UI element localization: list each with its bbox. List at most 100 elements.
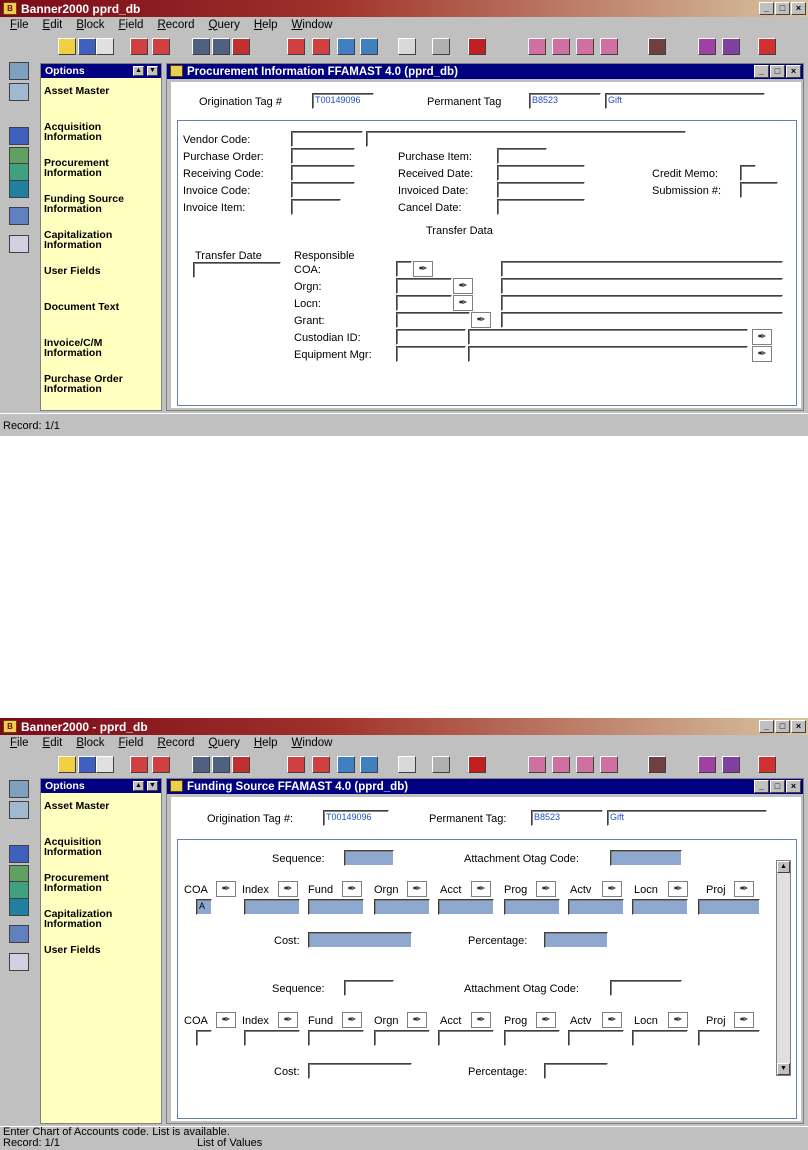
record-scrollbar[interactable]: ▲ ▼ [776,860,791,1076]
permanent-tag-field[interactable]: B8523 [529,93,601,109]
calculator-icon[interactable] [9,62,29,80]
attachment-otag-field-1[interactable] [610,850,682,866]
option-document-text[interactable]: Document Text [44,302,160,313]
option-capitalization[interactable]: Capitalization Information [44,230,160,251]
acct-field-2[interactable] [438,1030,494,1046]
orgn-description-field[interactable] [501,278,783,294]
close-button[interactable]: × [791,2,806,15]
enter-query-icon[interactable] [192,756,210,773]
proj-field-1[interactable] [698,899,760,915]
save-icon[interactable] [58,38,76,55]
menu-file[interactable]: File [10,19,29,31]
scroll-up-arrow-icon[interactable]: ▲ [777,861,790,873]
vendor-name-field[interactable] [366,131,686,147]
option-purchase-order[interactable]: Purchase Order Information [44,374,160,395]
menu-help[interactable]: Help [254,737,278,749]
locn-field[interactable] [396,295,452,311]
equipment-mgr-lov-icon[interactable] [752,346,772,362]
chart-icon[interactable] [468,38,486,55]
save-icon[interactable] [58,756,76,773]
globe-icon[interactable] [722,38,740,55]
form-close-button[interactable]: × [786,780,801,793]
acct-lov-icon-1[interactable] [471,881,491,897]
insert-record-icon[interactable] [287,756,305,773]
locn-lov-icon-1[interactable] [668,881,688,897]
previous-block-icon[interactable] [130,38,148,55]
menu-field[interactable]: Field [119,737,144,749]
coa-field-2[interactable] [196,1030,212,1046]
menu-field[interactable]: Field [119,19,144,31]
prog-field-1[interactable] [504,899,560,915]
cancel-query-icon[interactable] [232,38,250,55]
duplicate-icon[interactable] [337,38,355,55]
menu-edit[interactable]: Edit [43,737,63,749]
rollback-icon[interactable] [78,756,96,773]
acct-lov-icon-2[interactable] [471,1012,491,1028]
percentage-field-1[interactable] [544,932,608,948]
option-invoice[interactable]: Invoice/C/M Information [44,338,160,359]
insert-record-icon[interactable] [287,38,305,55]
orgn-field-1[interactable] [374,899,430,915]
prog-lov-icon-2[interactable] [536,1012,556,1028]
option-acquisition[interactable]: Acquisition Information [44,837,160,858]
print-icon[interactable] [432,756,450,773]
calendar-icon[interactable] [9,207,29,225]
menu-record[interactable]: Record [157,19,194,31]
menu-window[interactable]: Window [292,737,333,749]
fund-field-2[interactable] [308,1030,364,1046]
credit-memo-field[interactable] [740,165,756,181]
index-lov-icon-2[interactable] [278,1012,298,1028]
proj-lov-icon-1[interactable] [734,881,754,897]
sequence-field-1[interactable] [344,850,394,866]
origination-tag-field[interactable]: T00149096 [323,810,389,826]
form-close-button[interactable]: × [786,65,801,78]
exit-icon[interactable] [96,38,114,55]
word-icon[interactable] [9,127,29,145]
index-field-2[interactable] [244,1030,300,1046]
camera-icon[interactable] [648,38,666,55]
option-asset-master[interactable]: Asset Master [44,801,160,812]
menu-help[interactable]: Help [254,19,278,31]
fund-field-1[interactable] [308,899,364,915]
rollback-icon[interactable] [78,38,96,55]
permanent-tag-field[interactable]: B8523 [531,810,603,826]
exit-form-icon[interactable] [758,756,776,773]
maximize-button[interactable]: □ [775,2,790,15]
books-icon[interactable] [698,756,716,773]
orgn-lov-icon[interactable] [453,278,473,294]
menu-file[interactable]: File [10,737,29,749]
help-keys-icon[interactable] [600,38,618,55]
form-maximize-button[interactable]: □ [770,780,785,793]
help-block-icon[interactable] [552,38,570,55]
browser-icon[interactable] [9,180,29,198]
prog-field-2[interactable] [504,1030,560,1046]
table-icon[interactable] [9,83,29,101]
coa-field[interactable] [396,261,412,277]
proj-field-2[interactable] [698,1030,760,1046]
help-block-icon[interactable] [552,756,570,773]
clear-icon[interactable] [360,38,378,55]
chart-icon[interactable] [468,756,486,773]
invoice-code-field[interactable] [291,182,355,198]
camera-icon[interactable] [648,756,666,773]
form-maximize-button[interactable]: □ [770,65,785,78]
custodian-lov-icon[interactable] [752,329,772,345]
grant-lov-icon[interactable] [471,312,491,328]
custodian-name-field[interactable] [468,329,748,345]
receiving-code-field[interactable] [291,165,355,181]
prog-lov-icon-1[interactable] [536,881,556,897]
actv-field-1[interactable] [568,899,624,915]
equipment-mgr-field[interactable] [396,346,466,362]
form-minimize-button[interactable]: _ [754,780,769,793]
next-block-icon[interactable] [152,756,170,773]
invoice-item-field[interactable] [291,199,341,215]
option-asset-master[interactable]: Asset Master [44,86,160,97]
proj-lov-icon-2[interactable] [734,1012,754,1028]
remove-record-icon[interactable] [312,756,330,773]
previous-block-icon[interactable] [130,756,148,773]
scroll-up-icon[interactable]: ▲ [133,66,144,76]
minimize-button[interactable]: _ [759,720,774,733]
locn-field-2[interactable] [632,1030,688,1046]
coa-lov-icon[interactable] [413,261,433,277]
exit-icon[interactable] [96,756,114,773]
